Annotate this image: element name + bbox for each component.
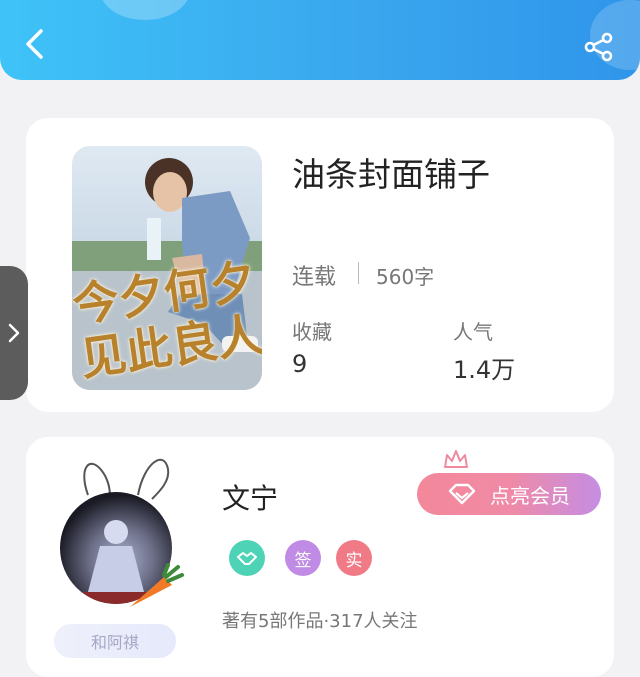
popularity-value: 1.4万 bbox=[453, 356, 516, 384]
verified-badge: 实 bbox=[336, 540, 372, 576]
book-title: 油条封面铺子 bbox=[292, 155, 490, 194]
favorites-label: 收藏 bbox=[292, 320, 332, 344]
side-drawer-tab[interactable] bbox=[0, 266, 28, 400]
back-button[interactable] bbox=[16, 26, 52, 62]
divider bbox=[358, 262, 359, 284]
word-count: 560字 bbox=[376, 265, 435, 289]
book-status: 连载 bbox=[292, 265, 337, 290]
signed-badge: 签 bbox=[285, 540, 321, 576]
share-icon bbox=[584, 32, 613, 62]
avatar-name-tag: 和阿祺 bbox=[54, 624, 176, 658]
vip-label: 点亮会员 bbox=[490, 483, 570, 508]
favorites-value: 9 bbox=[292, 350, 308, 378]
author-card: 和阿祺 文宁 点亮会员 签 实 著有5部作品·317人关注 bbox=[26, 437, 614, 677]
handshake-icon bbox=[237, 552, 257, 565]
diamond-icon bbox=[448, 483, 476, 505]
book-card: 今夕何夕见此良人 油条封面铺子 连载 560字 收藏 9 人气 1.4万 bbox=[26, 118, 614, 412]
popularity-label: 人气 bbox=[453, 320, 493, 344]
top-bar bbox=[0, 0, 640, 80]
vip-button[interactable]: 点亮会员 bbox=[417, 473, 601, 515]
avatar-frame[interactable] bbox=[60, 447, 190, 607]
carrot-icon bbox=[130, 563, 184, 607]
share-button[interactable] bbox=[580, 28, 618, 66]
book-cover[interactable]: 今夕何夕见此良人 bbox=[72, 146, 262, 390]
crown-icon bbox=[444, 450, 468, 468]
chevron-left-icon bbox=[26, 29, 43, 59]
handshake-badge bbox=[229, 540, 265, 576]
author-stats: 著有5部作品·317人关注 bbox=[222, 611, 418, 632]
author-name: 文宁 bbox=[222, 482, 279, 515]
chevron-right-icon bbox=[8, 323, 20, 343]
decor-bubble bbox=[100, 0, 190, 20]
